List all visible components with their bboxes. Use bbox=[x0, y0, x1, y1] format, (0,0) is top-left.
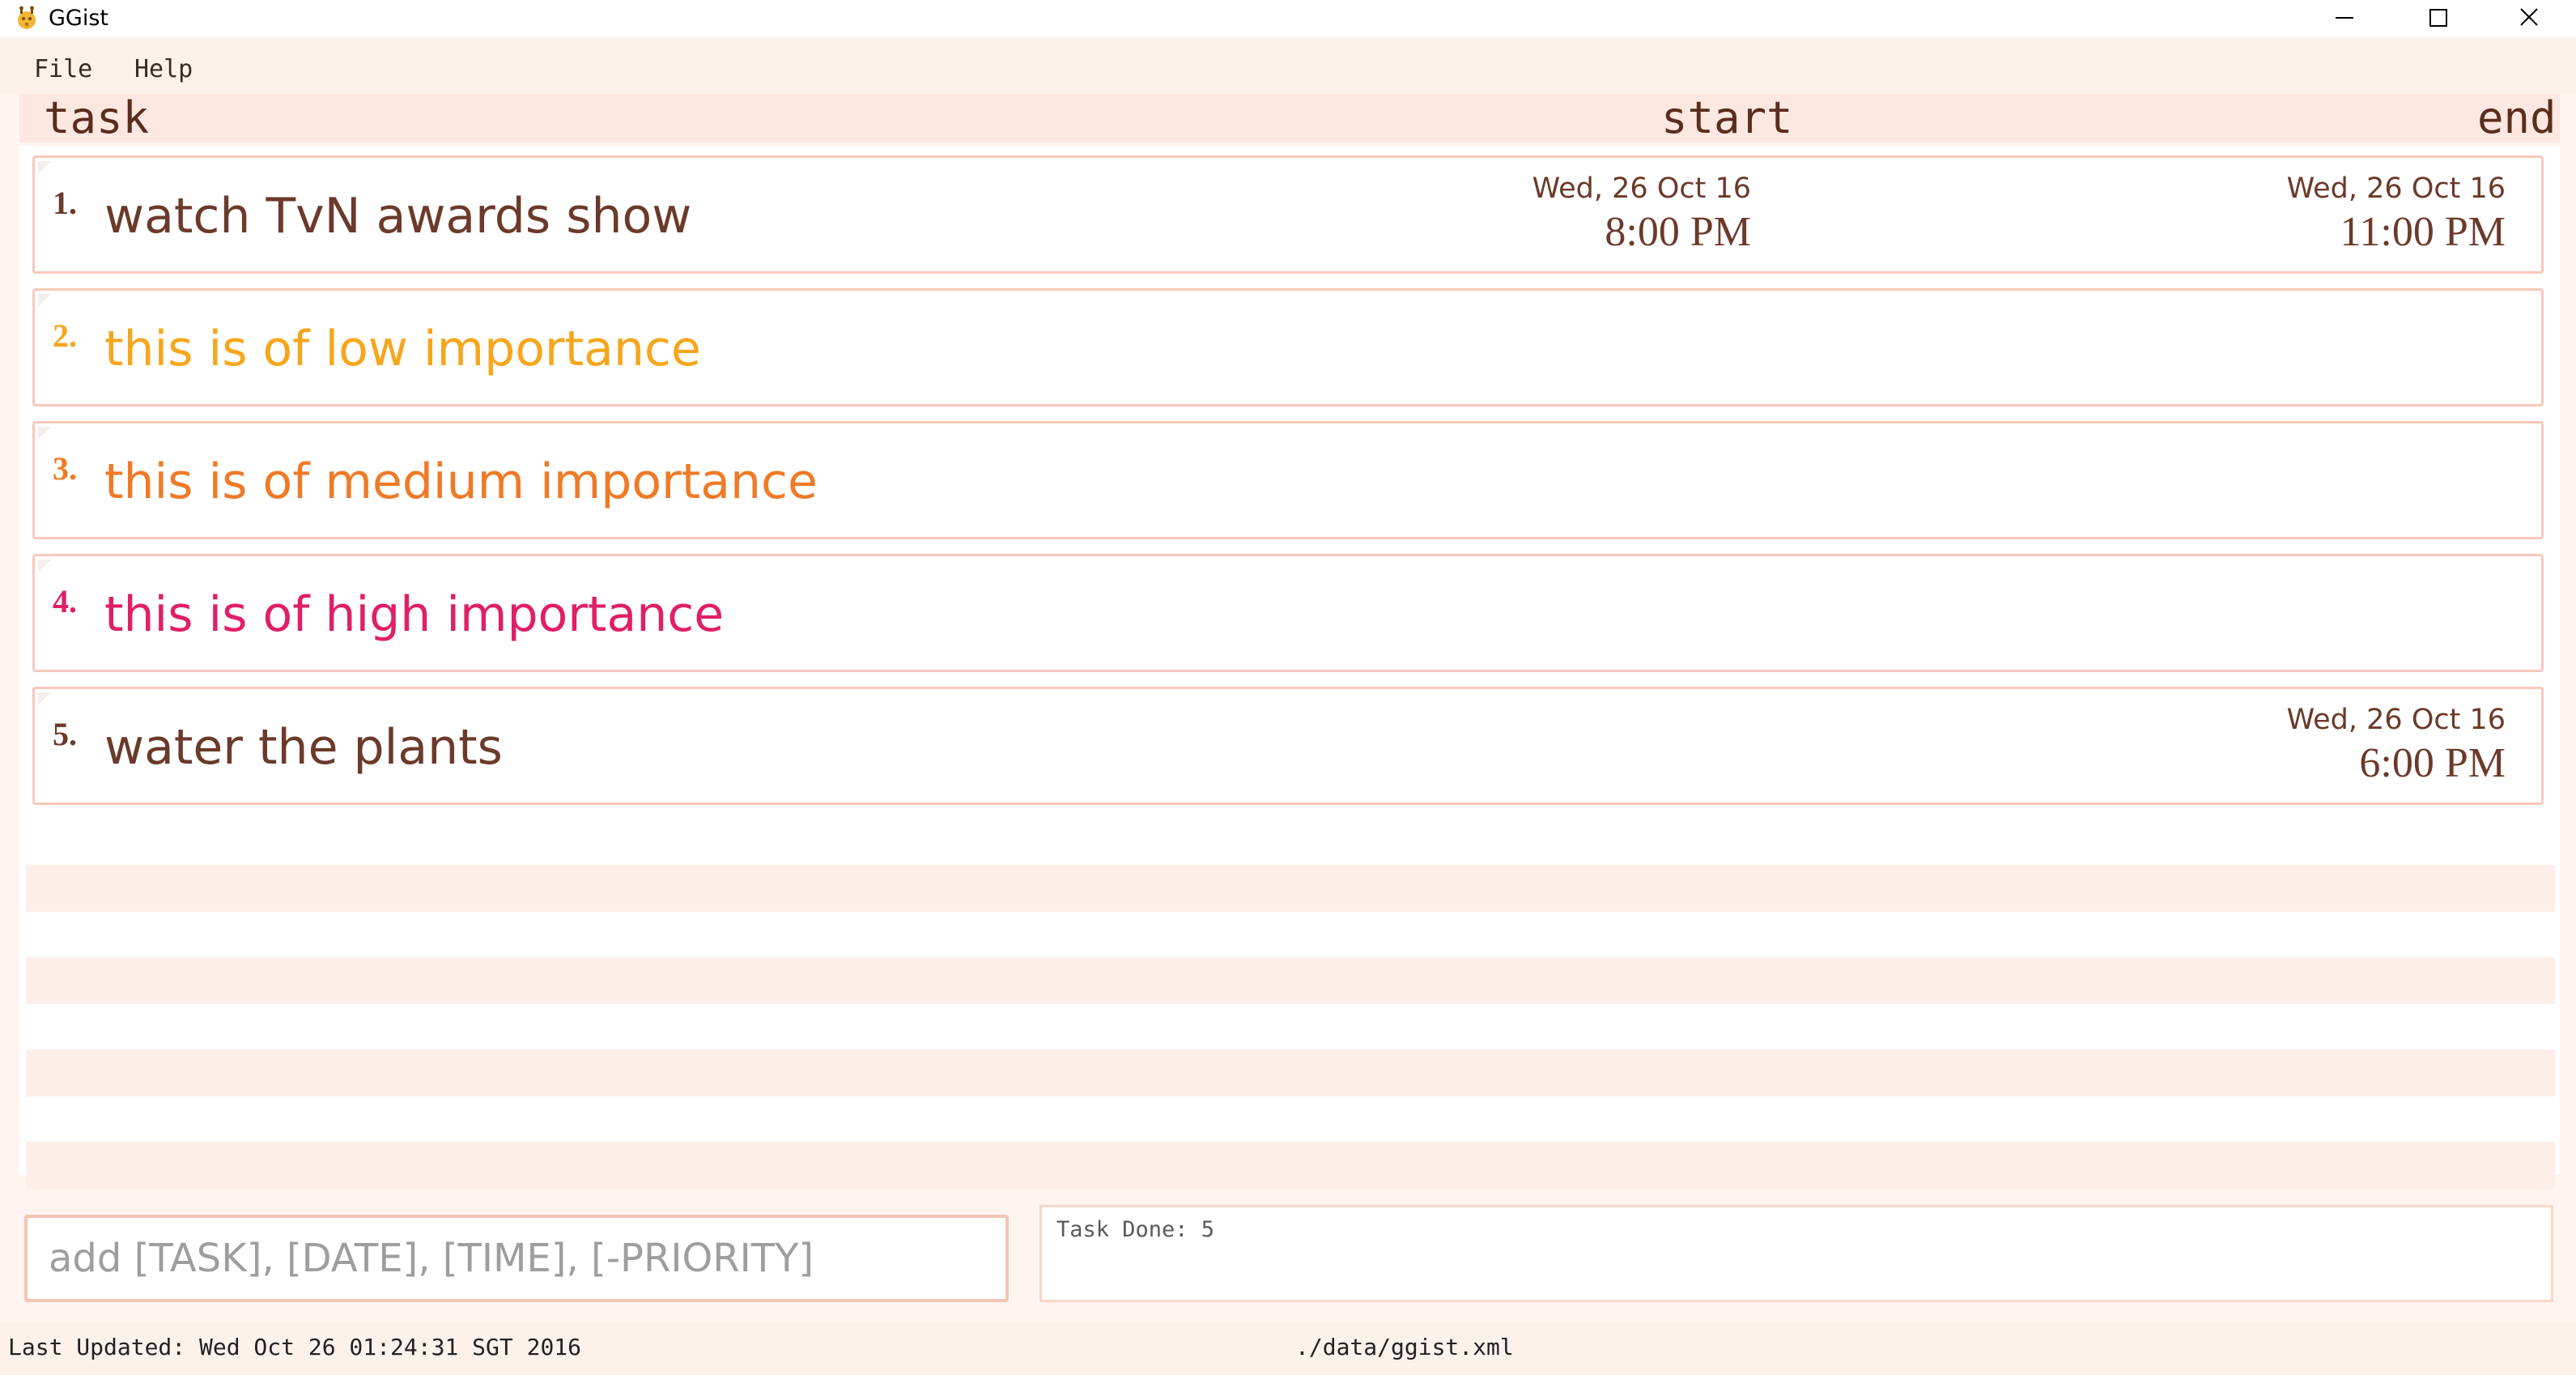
last-updated-status: Last Updated: Wed Oct 26 01:24:31 SGT 20… bbox=[8, 1334, 582, 1360]
task-name: this is of high importance bbox=[104, 586, 725, 643]
task-index: 1. bbox=[53, 185, 77, 221]
task-end-date: Wed, 26 Oct 16 bbox=[2286, 704, 2506, 736]
empty-row-stripe bbox=[26, 865, 2555, 912]
task-end: Wed, 26 Oct 16 6:00 PM bbox=[2182, 702, 2506, 790]
empty-row-stripe bbox=[26, 1049, 2555, 1096]
task-list[interactable]: 1. watch TvN awards show Wed, 26 Oct 16 … bbox=[19, 146, 2560, 1189]
task-card[interactable]: 3. this is of medium importance bbox=[32, 421, 2544, 539]
minimize-button[interactable] bbox=[2298, 0, 2391, 37]
task-end-date: Wed, 26 Oct 16 bbox=[2286, 172, 2506, 205]
giraffe-app-icon bbox=[18, 6, 36, 29]
column-end-label: end bbox=[2477, 92, 2557, 143]
task-card[interactable]: 4. this is of high importance bbox=[32, 554, 2544, 672]
task-index: 4. bbox=[53, 583, 77, 619]
task-card[interactable]: 1. watch TvN awards show Wed, 26 Oct 16 … bbox=[32, 155, 2544, 274]
task-name: watch TvN awards show bbox=[104, 188, 692, 245]
close-button[interactable] bbox=[2482, 0, 2576, 37]
card-corner bbox=[38, 161, 51, 174]
status-bar: Last Updated: Wed Oct 26 01:24:31 SGT 20… bbox=[0, 1322, 2576, 1375]
close-icon bbox=[2520, 8, 2538, 26]
task-end: Wed, 26 Oct 16 11:00 PM bbox=[2182, 171, 2506, 258]
minimize-icon bbox=[2336, 17, 2353, 19]
menu-bar: File Help bbox=[0, 37, 2576, 94]
empty-row-stripe bbox=[26, 957, 2555, 1004]
task-index: 5. bbox=[53, 716, 77, 752]
column-task-label: task bbox=[44, 92, 150, 143]
command-input[interactable] bbox=[28, 1218, 1005, 1299]
maximize-button[interactable] bbox=[2391, 0, 2485, 37]
column-header: task start end bbox=[19, 94, 2560, 143]
window-title: GGist bbox=[49, 6, 108, 31]
maximize-icon bbox=[2429, 9, 2447, 27]
task-index: 3. bbox=[53, 450, 77, 487]
card-corner bbox=[38, 427, 51, 440]
menu-help[interactable]: Help bbox=[134, 55, 193, 83]
task-name: this is of medium importance bbox=[104, 453, 818, 510]
task-name: water the plants bbox=[104, 719, 503, 776]
title-bar: GGist bbox=[0, 0, 2576, 37]
save-location-status: ./data/ggist.xml bbox=[1295, 1334, 1514, 1360]
empty-row-stripe bbox=[26, 1142, 2555, 1189]
task-start-time: 8:00 PM bbox=[1605, 209, 1751, 255]
result-display: Task Done: 5 bbox=[1039, 1205, 2553, 1302]
task-start-date: Wed, 26 Oct 16 bbox=[1532, 172, 1751, 205]
task-index: 2. bbox=[53, 317, 77, 354]
task-card[interactable]: 5. water the plants Wed, 26 Oct 16 6:00 … bbox=[32, 687, 2544, 805]
command-box bbox=[24, 1215, 1009, 1302]
card-corner bbox=[38, 294, 51, 307]
task-end-time: 6:00 PM bbox=[2359, 740, 2506, 786]
card-corner bbox=[38, 560, 51, 573]
column-start-label: start bbox=[1661, 92, 1793, 143]
task-start: Wed, 26 Oct 16 8:00 PM bbox=[1427, 171, 1751, 258]
task-card[interactable]: 2. this is of low importance bbox=[32, 288, 2544, 407]
card-corner bbox=[38, 692, 51, 705]
menu-file[interactable]: File bbox=[34, 55, 92, 83]
result-text: Task Done: 5 bbox=[1056, 1217, 1215, 1242]
task-end-time: 11:00 PM bbox=[2340, 209, 2506, 255]
task-name: this is of low importance bbox=[104, 321, 701, 377]
